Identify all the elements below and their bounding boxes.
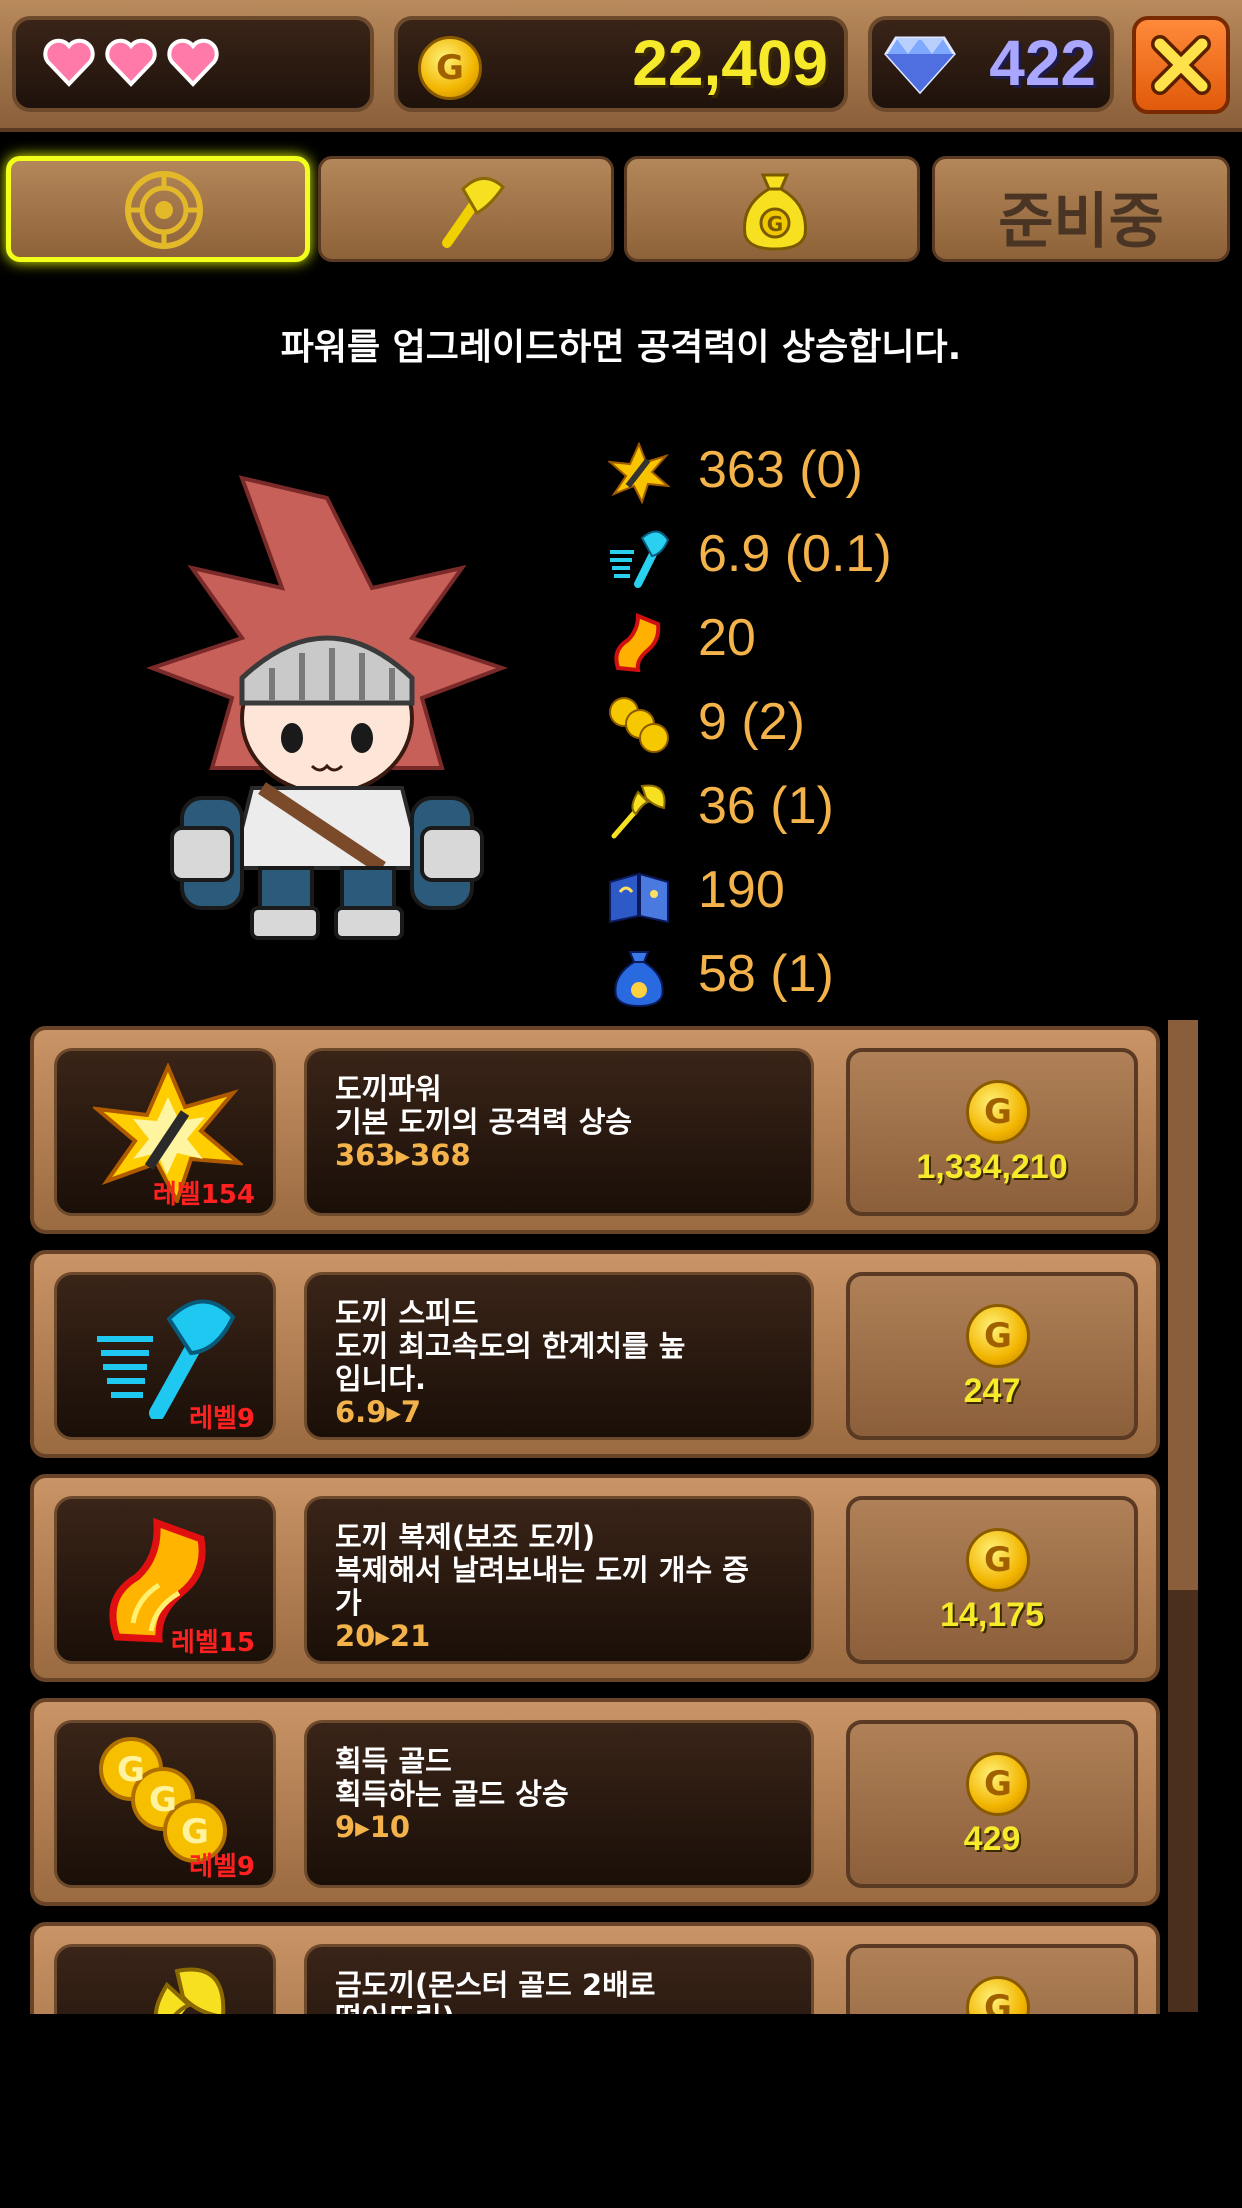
lives-panel bbox=[12, 16, 374, 112]
svg-text:G: G bbox=[767, 212, 783, 236]
gold-coin-icon: G bbox=[418, 36, 482, 100]
tab-label: 준비중 bbox=[998, 187, 1164, 257]
upgrade-description: 기본 도끼의 공격력 상승 bbox=[335, 1105, 633, 1139]
tab-money-bag[interactable]: G bbox=[624, 156, 920, 262]
stat-value: 58 (1) bbox=[698, 945, 834, 1003]
upgrade-description: 복제해서 날려보내는 도끼 개수 증가 bbox=[335, 1553, 749, 1620]
stat-value: 36 (1) bbox=[698, 777, 834, 835]
axe-speed-icon bbox=[610, 530, 670, 588]
gold-coin-icon: G bbox=[966, 1976, 1030, 2014]
golden-axe-icon bbox=[611, 784, 666, 839]
power-emblem-icon bbox=[125, 171, 203, 249]
upgrade-list[interactable]: 레벨154 도끼파워 기본 도끼의 공격력 상승 363▸368 G 1,334… bbox=[30, 1024, 1160, 2014]
upgrade-range: 6.9▸7 bbox=[335, 1395, 422, 1429]
upgrade-price: 247 bbox=[963, 1372, 1021, 1410]
gold-coins-icon bbox=[609, 697, 669, 753]
diamond-icon bbox=[884, 36, 956, 94]
upgrade-card-axe-power: 레벨154 도끼파워 기본 도끼의 공격력 상승 363▸368 G 1,334… bbox=[30, 1026, 1160, 1234]
tab-coming-soon[interactable]: 준비중 bbox=[932, 156, 1230, 262]
buy-button[interactable]: G 429 bbox=[846, 1720, 1138, 1888]
heart-icon bbox=[105, 38, 157, 87]
upgrade-name: 도끼파워 bbox=[335, 1072, 442, 1106]
upgrade-description: 획득하는 골드 상승 bbox=[335, 1777, 569, 1811]
spellbook-icon bbox=[609, 872, 669, 924]
gem-amount: 422 bbox=[989, 27, 1096, 99]
upgrade-price: 429 bbox=[963, 1820, 1021, 1858]
upgrade-info: 도끼 복제(보조 도끼) 복제해서 날려보내는 도끼 개수 증가 20▸21 bbox=[304, 1496, 814, 1664]
upgrade-card-gold: G G G 레벨9 획득 골드 획득하는 골드 상승 9▸10 G 429 bbox=[30, 1698, 1160, 1906]
gem-panel: 422 bbox=[868, 16, 1114, 112]
upgrade-range: 9▸10 bbox=[335, 1810, 411, 1844]
upgrade-card-axe-clone: 레벨15 도끼 복제(보조 도끼) 복제해서 날려보내는 도끼 개수 증가 20… bbox=[30, 1474, 1160, 1682]
svg-text:G: G bbox=[149, 1780, 177, 1820]
upgrade-info: 금도끼(몬스터 골드 2배로 떨어뜨림) bbox=[304, 1944, 814, 2014]
heart-icon bbox=[167, 38, 219, 87]
upgrade-price: 1,334,210 bbox=[916, 1148, 1068, 1186]
tab-axe[interactable] bbox=[318, 156, 614, 262]
level-label: 레벨15 bbox=[170, 1628, 255, 1658]
upgrade-description: 떨어뜨림) bbox=[335, 2002, 783, 2015]
stat-value: 190 bbox=[698, 861, 785, 919]
money-bag-icon: G bbox=[743, 173, 807, 251]
upgrade-card-golden-axe: 금도끼(몬스터 골드 2배로 떨어뜨림) G bbox=[30, 1922, 1160, 2014]
section-description: 파워를 업그레이드하면 공격력이 상승합니다. bbox=[280, 327, 962, 368]
upgrade-info: 도끼파워 기본 도끼의 공격력 상승 363▸368 bbox=[304, 1048, 814, 1216]
upgrade-description: 도끼 최고속도의 한계치를 높입니다. bbox=[335, 1329, 686, 1396]
upgrade-info: 도끼 스피드 도끼 최고속도의 한계치를 높입니다. 6.9▸7 bbox=[304, 1272, 814, 1440]
character-knight-image bbox=[146, 475, 508, 940]
buy-button[interactable]: G 247 bbox=[846, 1272, 1138, 1440]
tab-power[interactable] bbox=[6, 156, 310, 262]
upgrade-icon-box: 레벨154 bbox=[54, 1048, 276, 1216]
upgrade-card-axe-speed: 레벨9 도끼 스피드 도끼 최고속도의 한계치를 높입니다. 6.9▸7 G 2… bbox=[30, 1250, 1160, 1458]
axe-icon bbox=[442, 177, 505, 248]
gold-coin-icon: G bbox=[966, 1528, 1030, 1592]
stat-value: 9 (2) bbox=[698, 693, 805, 751]
upgrade-icon-box: 레벨9 bbox=[54, 1272, 276, 1440]
upgrade-icon-box: G G G 레벨9 bbox=[54, 1720, 276, 1888]
upgrade-icon-box: 레벨15 bbox=[54, 1496, 276, 1664]
upgrade-range: 363▸368 bbox=[335, 1138, 471, 1172]
stat-value: 363 (0) bbox=[698, 441, 863, 499]
gold-amount: 22,409 bbox=[632, 27, 828, 99]
gold-coin-icon: G bbox=[966, 1080, 1030, 1144]
upgrade-info: 획득 골드 획득하는 골드 상승 9▸10 bbox=[304, 1720, 814, 1888]
heart-icon bbox=[43, 38, 95, 87]
gold-panel: G 22,409 bbox=[394, 16, 848, 112]
attack-power-icon bbox=[608, 442, 670, 504]
upgrade-name: 도끼 복제(보조 도끼) bbox=[335, 1520, 596, 1554]
level-label: 레벨9 bbox=[189, 1852, 255, 1882]
gold-coin-icon: G bbox=[966, 1752, 1030, 1816]
potion-bag-icon bbox=[614, 951, 664, 1008]
upgrade-name: 획득 골드 bbox=[335, 1744, 452, 1778]
buy-button[interactable]: G bbox=[846, 1944, 1138, 2014]
scrollbar-thumb[interactable] bbox=[1168, 1020, 1198, 1590]
stat-value: 20 bbox=[698, 609, 756, 667]
svg-text:G: G bbox=[117, 1750, 145, 1790]
stat-value: 6.9 (0.1) bbox=[698, 525, 892, 583]
gold-coin-icon: G bbox=[966, 1304, 1030, 1368]
upgrade-name: 도끼 스피드 bbox=[335, 1296, 479, 1330]
level-label: 레벨9 bbox=[189, 1404, 255, 1434]
close-icon bbox=[1151, 35, 1211, 95]
buy-button[interactable]: G 14,175 bbox=[846, 1496, 1138, 1664]
buy-button[interactable]: G 1,334,210 bbox=[846, 1048, 1138, 1216]
level-label: 레벨154 bbox=[152, 1180, 255, 1210]
golden-axe-icon bbox=[154, 1967, 226, 2014]
upgrade-price: 14,175 bbox=[940, 1596, 1044, 1634]
upgrade-range: 20▸21 bbox=[335, 1619, 431, 1653]
axe-clone-icon bbox=[614, 613, 661, 672]
close-button[interactable] bbox=[1132, 16, 1230, 114]
upgrade-icon-box bbox=[54, 1944, 276, 2014]
upgrade-name: 금도끼(몬스터 골드 2배로 bbox=[335, 1968, 656, 2002]
